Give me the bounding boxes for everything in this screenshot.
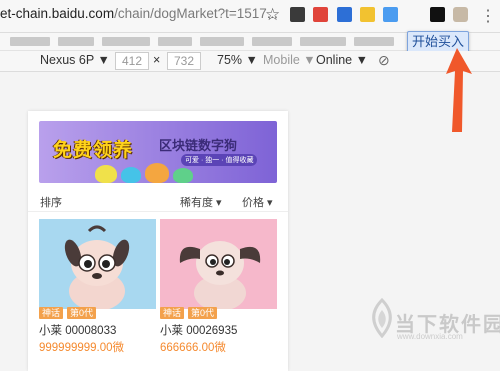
dog-name: 小莱 00026935	[160, 325, 238, 337]
sort-bar: 排序 稀有度 ▾ 价格 ▾	[28, 189, 288, 212]
dog-card[interactable]	[160, 219, 277, 309]
extension-icon[interactable]	[337, 7, 352, 22]
red-arrow-annotation	[446, 48, 472, 132]
rotate-icon[interactable]: ⊘	[378, 52, 390, 69]
network-select[interactable]: Mobile ▼	[263, 53, 316, 67]
banner-creature	[95, 165, 117, 183]
banner-subtitle: 可爱 · 独一 · 值得收藏	[181, 154, 258, 166]
extension-icon[interactable]	[383, 7, 398, 22]
dog-price: 999999999.00微	[39, 342, 125, 354]
banner-title-2: 区块链数字狗	[159, 138, 238, 153]
url-host: et-chain.baidu.com	[0, 6, 115, 21]
bookmark-item[interactable]	[354, 37, 394, 46]
dog-price: 666666.00微	[160, 342, 226, 354]
bookmark-star-icon[interactable]: ☆	[265, 5, 280, 25]
generation-badge: 第0代	[188, 307, 218, 319]
address-bar[interactable]: et-chain.baidu.com/chain/dogMarket?t=151…	[0, 6, 278, 21]
device-select[interactable]: Nexus 6P ▼	[40, 53, 110, 67]
bookmark-item[interactable]	[300, 37, 346, 46]
qr-extension-icon[interactable]	[290, 7, 305, 22]
dog-extension-icon[interactable]	[453, 7, 468, 22]
rarity-sort-button[interactable]: 稀有度 ▾	[180, 194, 222, 210]
width-input[interactable]: 412	[115, 52, 149, 70]
watermark-url: www.downxia.com	[397, 332, 463, 341]
dog-card[interactable]	[39, 219, 156, 309]
generation-badge: 第0代	[67, 307, 97, 319]
zoom-select[interactable]: 75% ▼	[217, 53, 258, 67]
phone-viewport: 免费领养 区块链数字狗 可爱 · 独一 · 值得收藏 排序 稀有度 ▾ 价格 ▾…	[28, 111, 288, 371]
bookmark-item[interactable]	[252, 37, 292, 46]
dog-name: 小莱 00008033	[39, 325, 117, 337]
dog-image	[39, 219, 156, 309]
dimension-separator: ×	[153, 53, 161, 67]
extension-icon[interactable]	[313, 7, 328, 22]
bookmark-item[interactable]	[58, 37, 94, 46]
watermark-logo-icon	[372, 298, 392, 338]
extension-icon[interactable]	[430, 7, 445, 22]
price-sort-button[interactable]: 价格 ▾	[242, 194, 273, 210]
menu-icon[interactable]: ⋮	[480, 6, 496, 26]
bookmark-item[interactable]	[10, 37, 50, 46]
banner-title: 免费领养	[53, 140, 134, 161]
device-toolbar: Nexus 6P ▼ 412 × 732 75% ▼ Mobile ▼ Onli…	[0, 51, 500, 72]
sort-label: 排序	[40, 197, 62, 209]
bookmark-item[interactable]	[102, 37, 150, 46]
rarity-badge: 神话	[160, 307, 185, 319]
dog-image	[160, 219, 277, 309]
promo-banner[interactable]: 免费领养 区块链数字狗 可爱 · 独一 · 值得收藏	[39, 121, 277, 183]
bookmark-item[interactable]	[158, 37, 192, 46]
url-path: /chain/dogMarket?t=1517...	[114, 6, 279, 21]
banner-creature	[121, 167, 141, 183]
bookmark-item[interactable]	[200, 37, 244, 46]
extension-icon[interactable]	[360, 7, 375, 22]
rarity-badge: 神话	[39, 307, 64, 319]
banner-creature	[145, 163, 169, 183]
online-select[interactable]: Online ▼	[316, 53, 368, 67]
banner-creature	[173, 168, 193, 183]
height-input[interactable]: 732	[167, 52, 201, 70]
browser-toolbar: et-chain.baidu.com/chain/dogMarket?t=151…	[0, 0, 500, 33]
